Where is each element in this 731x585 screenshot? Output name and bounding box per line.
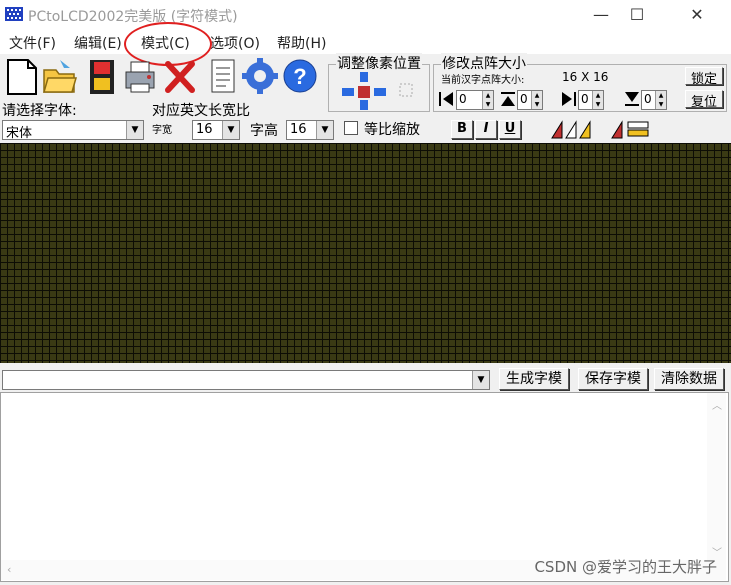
menu-options[interactable]: 选项(O) — [210, 33, 260, 53]
matrix-size-label: 修改点阵大小 — [441, 53, 527, 73]
bold-button[interactable]: B — [451, 120, 473, 139]
maximize-button[interactable]: ☐ — [614, 0, 660, 30]
reset-button[interactable]: 复位 — [685, 90, 723, 110]
right-spinner[interactable]: 0 ▲ ▼ — [578, 90, 604, 110]
current-size-label: 当前汉字点阵大小: — [441, 75, 525, 86]
italic-button[interactable]: I — [475, 120, 497, 139]
gear-icon[interactable] — [242, 56, 278, 96]
output-textarea[interactable] — [0, 392, 729, 582]
output-combo[interactable]: ▼ — [2, 370, 490, 390]
save-disk-icon[interactable] — [84, 56, 120, 96]
flip-vertical-icon[interactable] — [608, 118, 656, 140]
vertical-scrollbar[interactable]: ︿ ﹀ — [707, 393, 726, 563]
generate-font-button[interactable]: 生成字模 — [499, 368, 569, 390]
flip-horizontal-icon[interactable] — [548, 118, 596, 140]
font-select-label: 请选择字体: — [2, 103, 77, 119]
menu-edit[interactable]: 编辑(E) — [74, 33, 122, 53]
notes-icon[interactable] — [204, 56, 240, 96]
close-button[interactable]: ✕ — [674, 0, 720, 30]
top-expand-icon — [501, 92, 515, 106]
menu-file[interactable]: 文件(F) — [9, 33, 56, 53]
lock-button[interactable]: 锁定 — [685, 67, 723, 87]
save-font-button[interactable]: 保存字模 — [578, 368, 648, 390]
scroll-left-icon[interactable]: ‹ — [7, 563, 11, 576]
aspect-ratio-label: 对应英文长宽比 — [152, 103, 250, 119]
open-folder-icon[interactable] — [42, 56, 78, 96]
watermark: CSDN @爱学习的王大胖子 — [534, 558, 717, 576]
app-icon — [5, 7, 23, 21]
clear-data-button[interactable]: 清除数据 — [654, 368, 724, 390]
char-height-select[interactable]: 16 ▼ — [286, 120, 334, 140]
top-spinner[interactable]: 0 ▲ ▼ — [517, 90, 543, 110]
pixel-adjust-arrows[interactable] — [338, 70, 422, 112]
underline-button[interactable]: U — [499, 120, 521, 139]
proportional-checkbox[interactable] — [344, 121, 358, 135]
char-width-label: 字宽 — [152, 125, 172, 136]
bottom-expand-icon — [625, 92, 639, 106]
left-spinner[interactable]: 0 ▲ ▼ — [456, 90, 494, 110]
printer-icon[interactable] — [122, 56, 158, 96]
window-title: PCtoLCD2002完美版 (字符模式) — [28, 9, 238, 25]
current-size-value: 16 X 16 — [562, 70, 609, 84]
char-width-select[interactable]: 16 ▼ — [192, 120, 240, 140]
menu-help[interactable]: 帮助(H) — [277, 33, 326, 53]
dot-matrix-canvas[interactable] — [0, 143, 731, 363]
scroll-up-icon[interactable]: ︿ — [712, 397, 722, 412]
help-icon[interactable]: ? — [282, 56, 318, 96]
font-select[interactable]: 宋体 ▼ — [2, 120, 144, 141]
right-expand-icon — [562, 92, 576, 106]
char-height-label: 字高 — [250, 123, 278, 139]
bottom-spinner[interactable]: 0 ▲ ▼ — [641, 90, 667, 110]
svg-text:?: ? — [293, 64, 306, 89]
left-expand-icon — [439, 92, 453, 106]
proportional-label: 等比缩放 — [364, 122, 420, 138]
delete-x-icon[interactable] — [162, 56, 198, 96]
new-file-icon[interactable] — [4, 56, 40, 96]
